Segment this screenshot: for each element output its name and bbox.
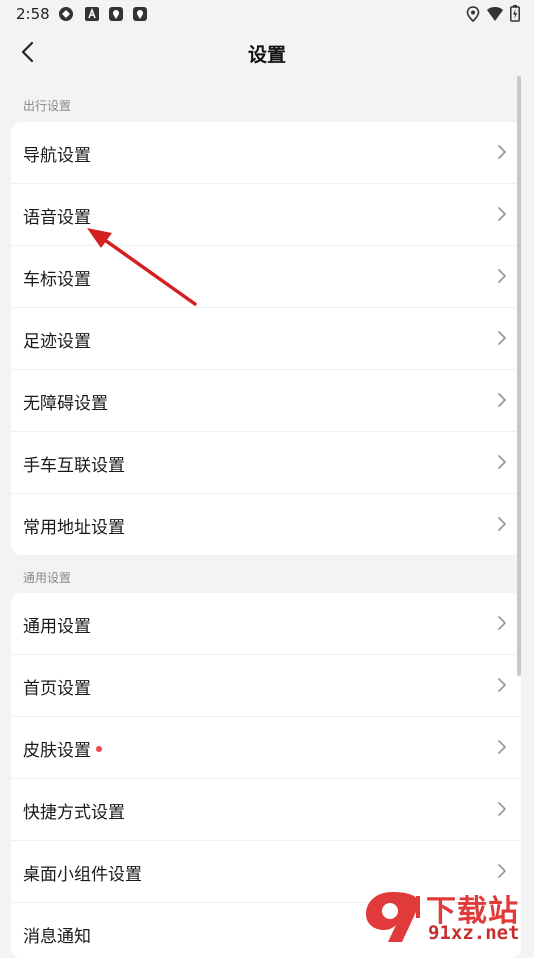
- settings-item-label: 皮肤设置: [23, 736, 102, 761]
- app-a-icon: [85, 7, 99, 21]
- settings-item-phone-car-link[interactable]: 手车互联设置: [11, 432, 521, 494]
- settings-item-label: 车标设置: [23, 270, 91, 290]
- location-share-icon: [59, 7, 73, 21]
- settings-item-label: 足迹设置: [23, 332, 91, 352]
- settings-item-skin[interactable]: 皮肤设置: [11, 717, 521, 779]
- map-pin-app-icon: [109, 7, 123, 21]
- chevron-right-icon: [498, 678, 506, 692]
- settings-item-label: 快捷方式设置: [23, 803, 125, 823]
- watermark-logo-icon: [366, 892, 420, 942]
- settings-item-shortcut[interactable]: 快捷方式设置: [11, 779, 521, 841]
- settings-item-label: 无障碍设置: [23, 394, 108, 414]
- chevron-right-icon: [498, 616, 506, 630]
- chevron-right-icon: [498, 393, 506, 407]
- settings-item-common-address[interactable]: 常用地址设置: [11, 494, 521, 555]
- page-title: 设置: [247, 44, 286, 66]
- chevron-right-icon: [498, 145, 506, 159]
- settings-item-label-text: 皮肤设置: [23, 741, 91, 761]
- location-icon: [466, 5, 480, 22]
- settings-item-label: 桌面小组件设置: [23, 865, 142, 885]
- settings-item-label: 导航设置: [23, 146, 91, 166]
- settings-item-footprint[interactable]: 足迹设置: [11, 308, 521, 370]
- status-time: 2:58: [16, 5, 50, 23]
- watermark-url: 91xz.net: [428, 922, 520, 944]
- status-bar: 2:58: [0, 0, 534, 28]
- settings-item-general[interactable]: 通用设置: [11, 593, 521, 655]
- chevron-right-icon: [498, 455, 506, 469]
- settings-card-travel: 导航设置 语音设置 车标设置 足迹设置 无障碍设置 手车互联设置 常用地址设置: [11, 122, 521, 555]
- scrollbar[interactable]: [517, 76, 521, 676]
- settings-item-label: 消息通知: [23, 927, 91, 947]
- settings-item-navigation[interactable]: 导航设置: [11, 122, 521, 184]
- map-pin-app-icon: [133, 7, 147, 21]
- new-badge-dot: [96, 746, 102, 752]
- chevron-right-icon: [498, 331, 506, 345]
- chevron-right-icon: [498, 207, 506, 221]
- settings-item-car-icon[interactable]: 车标设置: [11, 246, 521, 308]
- settings-item-label: 首页设置: [23, 679, 91, 699]
- chevron-right-icon: [498, 269, 506, 283]
- battery-icon: [510, 5, 520, 22]
- settings-item-home-page[interactable]: 首页设置: [11, 655, 521, 717]
- wifi-icon: [487, 6, 503, 21]
- settings-item-label: 通用设置: [23, 617, 91, 637]
- chevron-right-icon: [498, 802, 506, 816]
- section-title-travel: 出行设置: [23, 99, 72, 113]
- header: 设置: [0, 28, 534, 76]
- settings-item-voice[interactable]: 语音设置: [11, 184, 521, 246]
- section-title-general: 通用设置: [23, 571, 72, 585]
- chevron-right-icon: [498, 517, 506, 531]
- settings-item-label: 语音设置: [23, 208, 91, 228]
- chevron-right-icon: [498, 740, 506, 754]
- settings-item-label: 手车互联设置: [23, 456, 125, 476]
- settings-item-label: 常用地址设置: [23, 518, 125, 538]
- chevron-right-icon: [498, 864, 506, 878]
- settings-item-accessibility[interactable]: 无障碍设置: [11, 370, 521, 432]
- watermark: 下载站 91xz.net: [362, 886, 530, 948]
